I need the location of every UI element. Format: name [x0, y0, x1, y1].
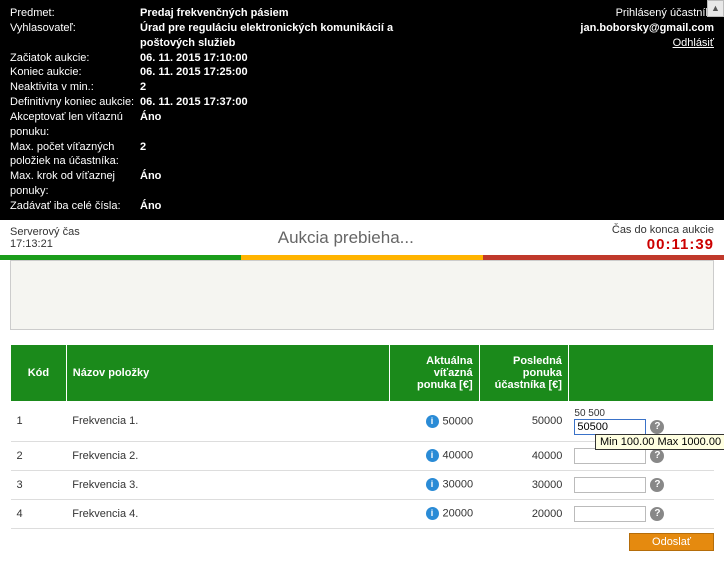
- koniec-value: 06. 11. 2015 17:25:00: [140, 65, 248, 80]
- bid-input[interactable]: [574, 448, 646, 464]
- cell-last: 30000: [479, 470, 568, 499]
- table-row: 3Frekvencia 3.i3000030000?: [11, 470, 714, 499]
- server-time-label: Serverový čas: [10, 226, 80, 238]
- maxkrok-label: Max. krok od víťaznej ponuky:: [10, 169, 140, 199]
- zaciatok-value: 06. 11. 2015 17:10:00: [140, 51, 248, 66]
- info-icon[interactable]: i: [426, 507, 439, 520]
- submit-button[interactable]: Odoslať: [629, 533, 714, 551]
- status-bar: Serverový čas 17:13:21 Aukcia prebieha..…: [0, 220, 724, 255]
- cell-win: i20000: [390, 499, 479, 528]
- th-nazov: Názov položky: [66, 344, 390, 401]
- neaktivita-label: Neaktivita v min.:: [10, 80, 140, 95]
- maxkrok-value: Áno: [140, 169, 161, 184]
- login-label: Prihlásený účastník:: [580, 6, 714, 21]
- info-icon[interactable]: i: [426, 415, 439, 428]
- cell-last: 50000: [479, 401, 568, 441]
- neaktivita-value: 2: [140, 80, 146, 95]
- bid-input[interactable]: [574, 477, 646, 493]
- server-time-value: 17:13:21: [10, 238, 80, 250]
- cele-label: Zadávať iba celé čísla:: [10, 199, 140, 214]
- cell-nazov: Frekvencia 4.: [66, 499, 390, 528]
- th-last: Posledná ponuka účastníka [€]: [479, 344, 568, 401]
- help-icon[interactable]: ?: [650, 507, 664, 521]
- auction-status: Aukcia prebieha...: [80, 228, 612, 248]
- range-tooltip: Min 100.00 Max 1000.00: [595, 434, 724, 450]
- cell-nazov: Frekvencia 1.: [66, 401, 390, 441]
- cell-win: i40000: [390, 441, 479, 470]
- koniec-label: Koniec aukcie:: [10, 65, 140, 80]
- cele-value: Áno: [140, 199, 161, 214]
- time-to-end-label: Čas do konca aukcie: [612, 224, 714, 236]
- help-icon[interactable]: ?: [650, 449, 664, 463]
- cell-input: ?: [568, 470, 713, 499]
- th-kod: Kód: [11, 344, 67, 401]
- cell-kod: 1: [11, 401, 67, 441]
- cell-kod: 3: [11, 470, 67, 499]
- bid-input[interactable]: [574, 506, 646, 522]
- help-icon[interactable]: ?: [650, 420, 664, 434]
- time-to-end-value: 00:11:39: [612, 236, 714, 253]
- table-row: 4Frekvencia 4.i2000020000?: [11, 499, 714, 528]
- scroll-up-icon[interactable]: ▲: [707, 0, 724, 17]
- maxpol-label: Max. počet víťazných položiek na účastní…: [10, 140, 140, 170]
- defkoniec-label: Definitívny koniec aukcie:: [10, 95, 140, 110]
- login-user: jan.boborsky@gmail.com: [580, 21, 714, 36]
- cell-nazov: Frekvencia 2.: [66, 441, 390, 470]
- cell-nazov: Frekvencia 3.: [66, 470, 390, 499]
- predmet-value: Predaj frekvenčných pásiem: [140, 6, 289, 21]
- cell-win: i50000: [390, 401, 479, 441]
- message-panel: [10, 260, 714, 330]
- predmet-label: Predmet:: [10, 6, 140, 21]
- info-icon[interactable]: i: [426, 449, 439, 462]
- cell-input: ?: [568, 499, 713, 528]
- help-icon[interactable]: ?: [650, 478, 664, 492]
- info-icon[interactable]: i: [426, 478, 439, 491]
- progress-strip: [0, 255, 724, 260]
- defkoniec-value: 06. 11. 2015 17:37:00: [140, 95, 248, 110]
- cell-kod: 2: [11, 441, 67, 470]
- th-input: [568, 344, 713, 401]
- logout-link[interactable]: Odhlásiť: [580, 36, 714, 51]
- cell-kod: 4: [11, 499, 67, 528]
- zaciatok-label: Začiatok aukcie:: [10, 51, 140, 66]
- akcept-value: Áno: [140, 110, 161, 125]
- cell-last: 40000: [479, 441, 568, 470]
- bid-hint: 50 500: [574, 408, 707, 419]
- vyhlasovatel-label: Vyhlasovateľ:: [10, 21, 140, 36]
- cell-last: 20000: [479, 499, 568, 528]
- vyhlasovatel-value: Úrad pre reguláciu elektronických komuni…: [140, 21, 420, 51]
- th-win: Aktuálna víťazná ponuka [€]: [390, 344, 479, 401]
- akcept-label: Akceptovať len víťaznú ponuku:: [10, 110, 140, 140]
- header-panel: Predmet:Predaj frekvenčných pásiem Vyhla…: [0, 0, 724, 220]
- bid-input[interactable]: [574, 419, 646, 435]
- cell-win: i30000: [390, 470, 479, 499]
- maxpol-value: 2: [140, 140, 146, 155]
